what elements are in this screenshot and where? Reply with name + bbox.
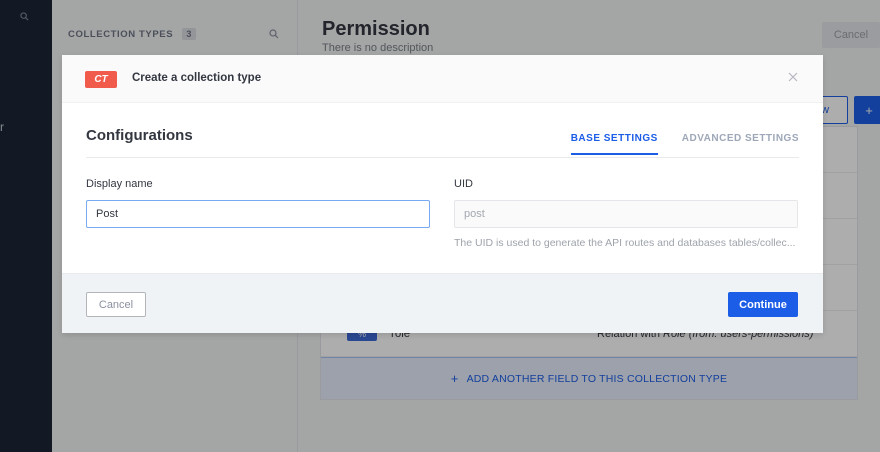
modal-footer: Cancel Continue — [62, 273, 823, 333]
display-name-input[interactable]: Post — [86, 200, 430, 228]
section-title: Configurations — [86, 127, 193, 144]
tab-base-settings[interactable]: BASE SETTINGS — [570, 133, 658, 155]
create-collection-modal: CT Create a collection type Configuratio… — [62, 55, 823, 333]
collection-type-badge: CT — [85, 71, 117, 88]
close-icon[interactable] — [788, 69, 798, 85]
uid-label: UID — [454, 178, 473, 190]
continue-button[interactable]: Continue — [728, 292, 798, 317]
tab-advanced-settings[interactable]: ADVANCED SETTINGS — [682, 133, 799, 155]
divider — [86, 157, 799, 158]
display-name-label: Display name — [86, 178, 153, 190]
modal-header: CT Create a collection type — [62, 55, 823, 103]
uid-input: post — [454, 200, 798, 228]
settings-tabs: BASE SETTINGS ADVANCED SETTINGS — [570, 133, 799, 155]
cancel-button[interactable]: Cancel — [86, 292, 146, 317]
modal-title: Create a collection type — [132, 72, 262, 84]
uid-hint: The UID is used to generate the API rout… — [454, 237, 796, 249]
